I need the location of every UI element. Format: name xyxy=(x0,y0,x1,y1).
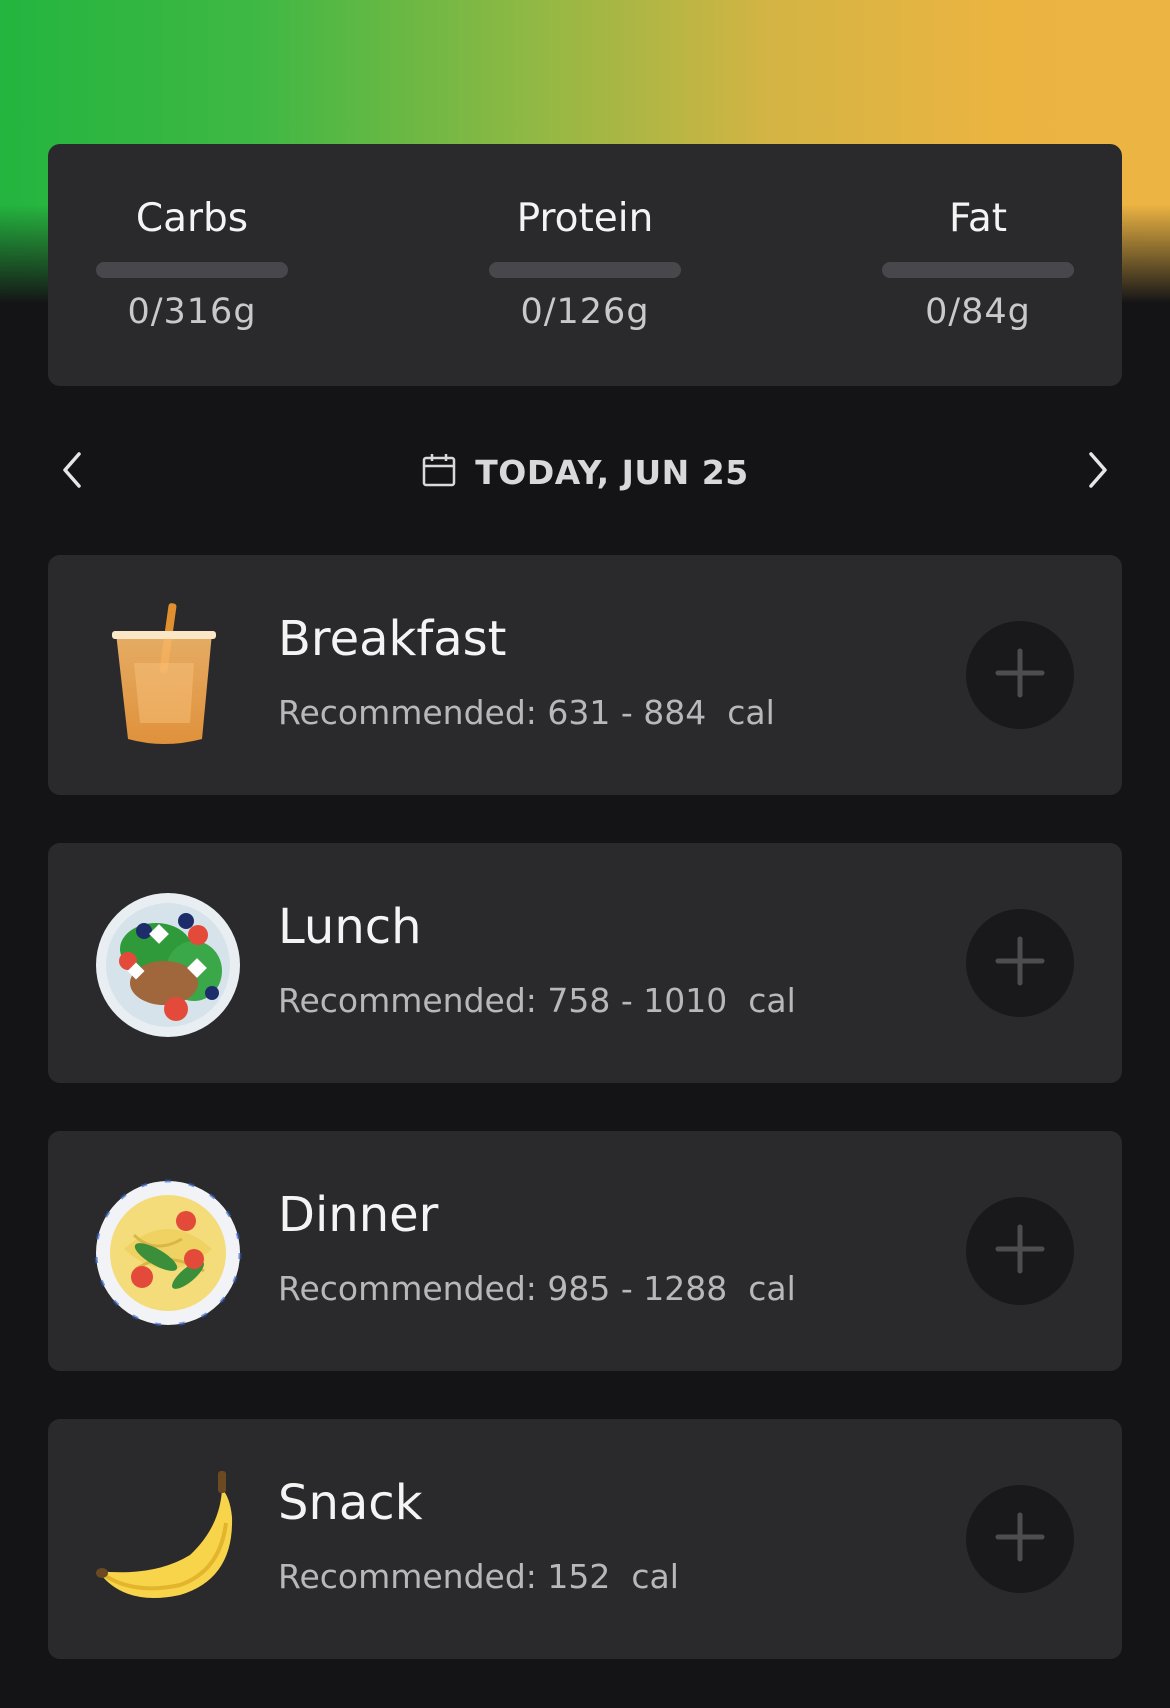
add-dinner-button[interactable] xyxy=(966,1197,1074,1305)
date-label: TODAY, JUN 25 xyxy=(475,452,749,492)
add-snack-button[interactable] xyxy=(966,1485,1074,1593)
add-breakfast-button[interactable] xyxy=(966,621,1074,729)
plus-icon xyxy=(994,647,1046,703)
banana-icon xyxy=(94,1467,242,1615)
macro-progress-bar xyxy=(882,262,1074,278)
meal-recommendation: Recommended: 758 - 1010 cal xyxy=(278,981,796,1020)
macro-name: Fat xyxy=(948,196,1008,241)
plus-icon xyxy=(994,935,1046,991)
macro-name: Protein xyxy=(516,196,654,241)
chevron-left-icon xyxy=(57,450,87,494)
iced-drink-icon xyxy=(94,603,242,751)
chevron-right-icon xyxy=(1083,450,1113,494)
meal-title: Dinner xyxy=(278,1187,439,1243)
macro-name: Carbs xyxy=(135,196,249,241)
macro-summary-card: Carbs 0/316g Protein 0/126g Fat 0/84g xyxy=(48,144,1122,386)
meal-card-lunch[interactable]: Lunch Recommended: 758 - 1010 cal xyxy=(48,843,1122,1083)
macro-value: 0/126g xyxy=(520,292,650,332)
pasta-plate-icon xyxy=(94,1179,242,1327)
plus-icon xyxy=(994,1223,1046,1279)
meal-card-breakfast[interactable]: Breakfast Recommended: 631 - 884 cal xyxy=(48,555,1122,795)
meal-recommendation: Recommended: 985 - 1288 cal xyxy=(278,1269,796,1308)
meal-recommendation: Recommended: 152 cal xyxy=(278,1557,679,1596)
meal-recommendation: Recommended: 631 - 884 cal xyxy=(278,693,775,732)
meal-title: Lunch xyxy=(278,899,422,955)
macro-value: 0/316g xyxy=(127,292,257,332)
salad-bowl-icon xyxy=(94,891,242,1039)
plus-icon xyxy=(994,1511,1046,1567)
calendar-icon xyxy=(421,452,457,492)
date-navigator: TODAY, JUN 25 xyxy=(0,440,1170,504)
add-lunch-button[interactable] xyxy=(966,909,1074,1017)
meal-title: Breakfast xyxy=(278,611,507,667)
meal-card-snack[interactable]: Snack Recommended: 152 cal xyxy=(48,1419,1122,1659)
date-display[interactable]: TODAY, JUN 25 xyxy=(0,440,1170,504)
macro-progress-bar xyxy=(489,262,681,278)
next-day-button[interactable] xyxy=(1066,440,1130,504)
macro-value: 0/84g xyxy=(925,292,1031,332)
macro-progress-bar xyxy=(96,262,288,278)
meal-card-dinner[interactable]: Dinner Recommended: 985 - 1288 cal xyxy=(48,1131,1122,1371)
meal-title: Snack xyxy=(278,1475,423,1531)
prev-day-button[interactable] xyxy=(40,440,104,504)
